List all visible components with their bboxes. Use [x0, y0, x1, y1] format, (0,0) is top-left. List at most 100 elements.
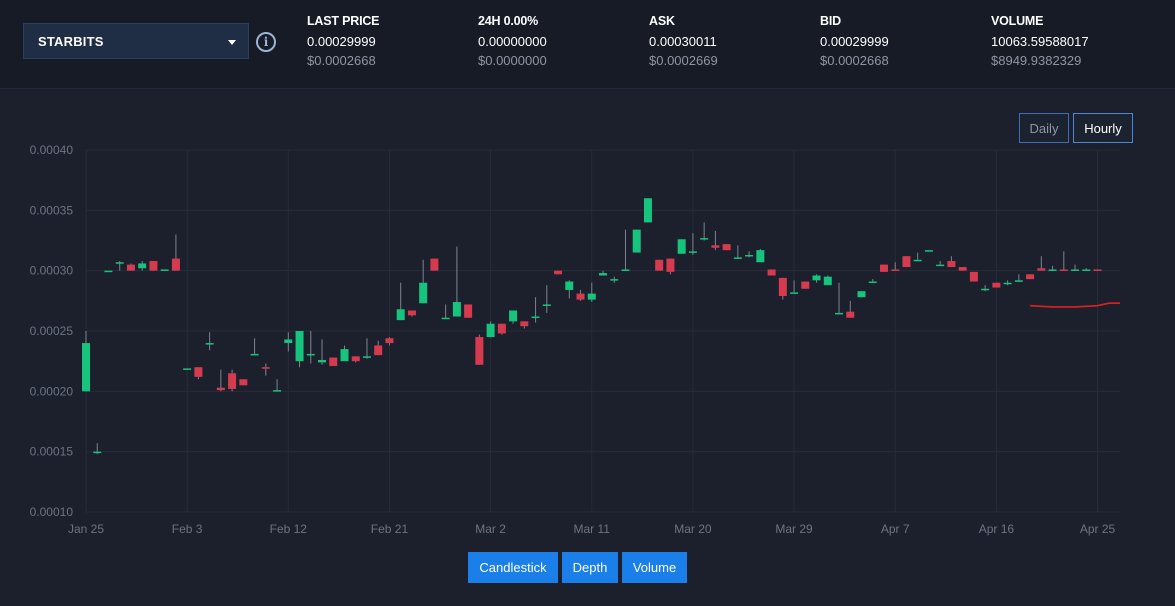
candle-down [407, 310, 416, 316]
volume-button[interactable]: Volume [622, 552, 687, 583]
candle-up [643, 198, 652, 223]
info-icon[interactable]: i [256, 32, 276, 52]
candle-down [1037, 268, 1046, 271]
x-tick-label: Jan 25 [68, 522, 104, 536]
candle-up [531, 316, 540, 319]
y-tick-label: 0.00040 [30, 143, 74, 157]
candle-down [992, 282, 1001, 288]
candle-up [396, 309, 405, 321]
x-tick-label: Mar 11 [574, 522, 611, 536]
candle-up [587, 293, 596, 300]
candle-up [790, 292, 799, 294]
stat-usd-value: $0.0002669 [649, 53, 718, 68]
candle-down [879, 264, 888, 272]
candle-down [947, 261, 956, 268]
candlestick-chart[interactable]: 0.00040 0.00035 0.00030 0.00025 0.00020 0.000… [0, 140, 1175, 540]
candle-down [171, 258, 180, 271]
y-tick-label: 0.00015 [30, 445, 74, 459]
candle-up [1014, 280, 1023, 282]
stat-value: 0.00030011 [649, 34, 717, 49]
candle-up [93, 451, 102, 454]
x-tick-label: Apr 7 [881, 522, 910, 536]
candle-down [239, 379, 248, 386]
candlestick-button[interactable]: Candlestick [468, 552, 558, 583]
x-tick-label: Apr 16 [979, 522, 1015, 536]
candle-down [554, 270, 563, 275]
candle-down [902, 256, 911, 268]
candle-down [801, 281, 810, 289]
candle-down [666, 258, 675, 272]
candle-up [183, 368, 192, 370]
stat-ask: ASK 0.00030011 $0.0002669 [649, 14, 718, 68]
candle-up [419, 282, 428, 304]
candle-up [565, 281, 574, 290]
candle-up [981, 288, 990, 291]
candle-up [115, 262, 124, 264]
y-tick-label: 0.00035 [30, 203, 74, 217]
candle-up [318, 359, 327, 363]
stat-value: 0.00029999 [307, 34, 376, 49]
candle-down [351, 356, 360, 362]
candle-up [823, 276, 832, 286]
candle-down [1093, 269, 1102, 271]
candle-up [138, 263, 147, 269]
candle-down [520, 321, 529, 327]
candle-up [745, 254, 754, 257]
stat-label: LAST PRICE [307, 14, 380, 28]
candle-up [205, 343, 214, 345]
candle-down [767, 269, 776, 276]
stat-usd-value: $0.0002668 [820, 53, 889, 68]
candle-up [340, 349, 349, 362]
candle-up [486, 323, 495, 338]
market-selector-dropdown[interactable]: STARBITS [23, 23, 249, 59]
candle-up [273, 390, 282, 392]
candle-up [700, 238, 709, 240]
daily-range-button[interactable]: Daily [1019, 113, 1069, 143]
candle-up [632, 229, 641, 253]
x-tick-label: Feb 21 [371, 522, 409, 536]
stat-label: 24H 0.00% [478, 14, 539, 28]
candle-down [1059, 269, 1068, 271]
candle-up [756, 250, 765, 263]
depth-button[interactable]: Depth [562, 552, 618, 583]
candle-down [576, 293, 585, 300]
candle-down [778, 277, 787, 297]
stat-usd-value: $0.0002668 [307, 53, 376, 68]
candle-down [149, 261, 158, 271]
market-selector-label: STARBITS [38, 33, 104, 49]
candle-up [936, 264, 945, 267]
candle-down [846, 311, 855, 318]
candle-up [1071, 269, 1080, 271]
candle-down [711, 245, 720, 248]
candle-up [1082, 269, 1091, 271]
candle-up [599, 273, 607, 276]
candle-down [1026, 274, 1035, 280]
candle-up [733, 257, 742, 259]
candle-up [284, 339, 293, 344]
candle-down [958, 267, 967, 271]
hourly-range-button[interactable]: Hourly [1073, 113, 1133, 143]
candle-down [216, 387, 225, 391]
x-tick-label: Mar 20 [674, 522, 712, 536]
candle-down [261, 367, 270, 369]
candle-up [306, 353, 315, 356]
candle-up [362, 356, 371, 358]
stat-bid: BID 0.00029999 $0.0002668 [820, 14, 889, 68]
stat-value: 10063.59588017 [991, 34, 1089, 49]
candle-up [509, 310, 518, 322]
x-tick-label: Mar 29 [775, 522, 813, 536]
overlay-trend-line [1030, 302, 1120, 308]
candle-up [621, 269, 630, 271]
candle-up [452, 302, 461, 317]
stat-volume: VOLUME 10063.59588017 $8949.9382329 [991, 14, 1089, 68]
candle-up [857, 291, 866, 298]
stat-label: ASK [649, 14, 675, 28]
y-tick-label: 0.00020 [30, 384, 74, 398]
candle-up [913, 259, 922, 262]
candle-down [969, 271, 978, 282]
candle-up [835, 312, 844, 315]
stat-usd-value: $0.0000000 [478, 53, 547, 68]
y-tick-label: 0.00025 [30, 324, 74, 338]
candle-up [441, 317, 450, 320]
stat-last-price: LAST PRICE 0.00029999 $0.0002668 [307, 14, 380, 68]
